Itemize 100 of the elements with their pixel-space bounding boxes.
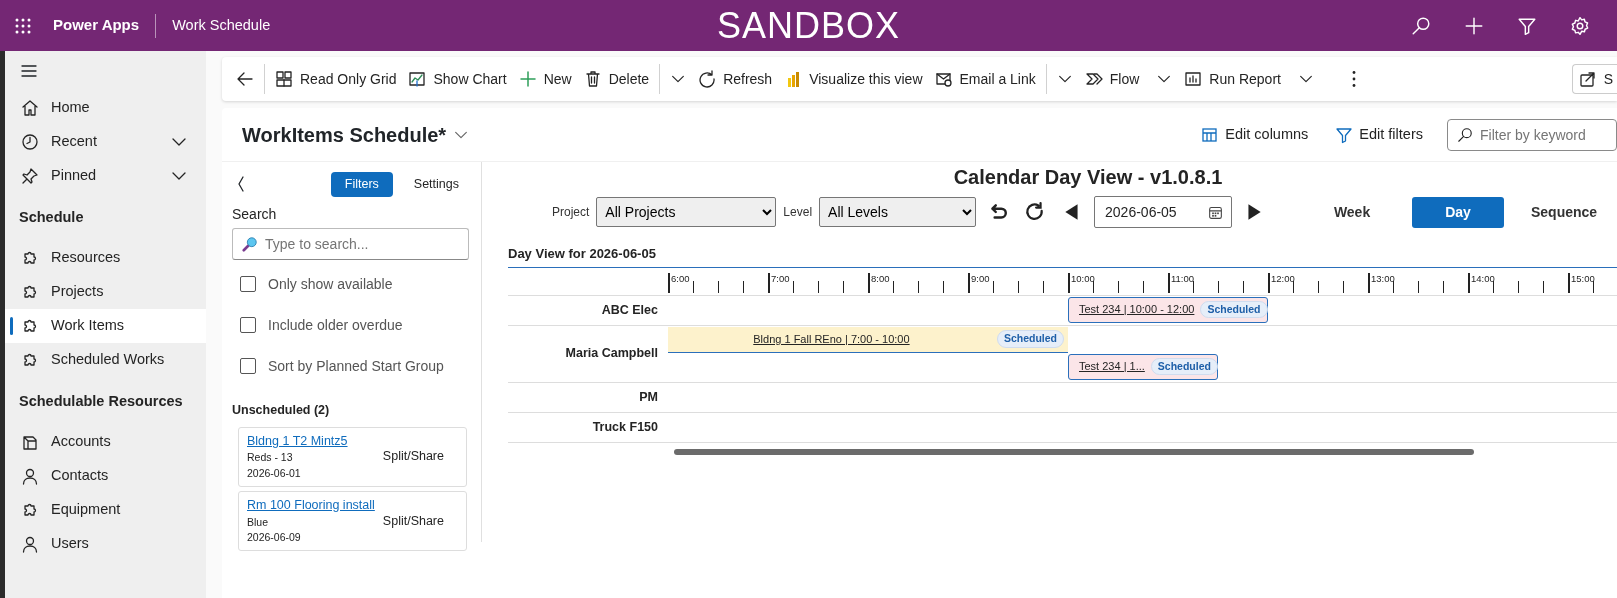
person-icon bbox=[21, 466, 39, 485]
refresh-button[interactable]: Refresh bbox=[692, 63, 779, 95]
share-button[interactable]: S bbox=[1571, 64, 1617, 94]
work-item-detail: Reds - 13 bbox=[247, 450, 294, 466]
clock-icon bbox=[21, 133, 39, 151]
hour-label: 12:00 bbox=[1271, 271, 1295, 286]
sidebar-item[interactable]: Equipment bbox=[5, 492, 206, 527]
add-icon bbox=[1464, 15, 1484, 36]
view-tab[interactable]: Day bbox=[1412, 196, 1505, 228]
hour-label: 15:00 bbox=[1571, 271, 1595, 286]
resource-name: ABC Elec bbox=[600, 301, 659, 319]
chart-button[interactable]: Show Chart bbox=[402, 63, 513, 95]
visualize-button[interactable]: Visualize this view bbox=[778, 63, 929, 95]
schedule-event[interactable]: Test 234 | 1... Scheduled bbox=[1068, 353, 1218, 380]
checkbox[interactable] bbox=[240, 358, 256, 375]
checkbox[interactable] bbox=[240, 317, 256, 334]
app-name[interactable]: Power Apps bbox=[53, 14, 140, 37]
pin-icon bbox=[21, 167, 39, 185]
search-icon bbox=[1411, 15, 1431, 36]
hour-label: 7:00 bbox=[771, 271, 790, 286]
page-title: Work Schedule bbox=[172, 15, 271, 35]
checkbox-label: Sort by Planned Start Group bbox=[268, 356, 444, 376]
return-arrow-icon bbox=[988, 202, 1009, 222]
hour-label: 8:00 bbox=[871, 271, 890, 286]
resource-name: Truck F150 bbox=[591, 418, 659, 436]
work-item-date: 2026-06-01 bbox=[247, 466, 302, 481]
search-icon bbox=[1457, 126, 1473, 143]
magnifier-icon bbox=[242, 236, 258, 253]
sidebar-item[interactable]: Recent bbox=[5, 125, 206, 159]
person-icon bbox=[21, 534, 39, 553]
plus-icon bbox=[518, 70, 537, 88]
search-field[interactable]: Type to search... bbox=[232, 228, 469, 261]
pane-tab[interactable]: Filters bbox=[330, 172, 393, 197]
sidebar-item[interactable]: Work Items bbox=[5, 308, 206, 343]
split-share-action[interactable]: Split/Share bbox=[382, 447, 444, 466]
hour-label: 14:00 bbox=[1471, 271, 1495, 286]
sidebar-item[interactable]: Users bbox=[5, 526, 206, 561]
refresh-icon bbox=[1025, 202, 1046, 222]
flow-button[interactable]: Flow bbox=[1078, 63, 1179, 95]
calendar-title: Calendar Day View - v1.0.8.1 bbox=[952, 165, 1224, 190]
sidebar-item[interactable]: Home bbox=[5, 91, 206, 125]
day-view-heading: Day View for 2026-06-05 bbox=[508, 244, 1617, 268]
new-button[interactable]: New bbox=[512, 63, 578, 95]
run-report-button[interactable]: Run Report bbox=[1178, 63, 1320, 95]
work-item-link[interactable]: Rm 100 Flooring install bbox=[247, 495, 375, 515]
hour-label: 6:00 bbox=[671, 271, 690, 286]
edit-columns-button[interactable]: Edit columns bbox=[1191, 123, 1319, 146]
resource-name: PM bbox=[638, 388, 659, 406]
work-item-date: 2026-06-09 bbox=[247, 530, 302, 546]
resource-name: Maria Campbell bbox=[564, 345, 659, 363]
date-field[interactable]: 2026-06-05 bbox=[1094, 196, 1233, 228]
sidebar-item[interactable]: Projects bbox=[5, 274, 206, 309]
section-heading: Unscheduled (2) bbox=[232, 401, 331, 419]
view-tab[interactable]: Sequence bbox=[1518, 196, 1611, 228]
email-link-button[interactable]: Email a Link bbox=[928, 63, 1042, 95]
view-selector[interactable]: WorkItems Schedule* bbox=[242, 119, 470, 150]
project-label: Project bbox=[552, 204, 590, 221]
status-badge: Scheduled bbox=[996, 330, 1064, 348]
sidebar-item[interactable]: Contacts bbox=[5, 458, 206, 493]
keyword-filter-field[interactable]: Filter by keyword bbox=[1447, 118, 1617, 151]
section-heading: Schedule bbox=[18, 208, 85, 227]
sidebar-item[interactable]: Accounts bbox=[5, 424, 206, 459]
pane-tab[interactable]: Settings bbox=[399, 172, 473, 197]
sidebar-item[interactable]: Scheduled Works bbox=[5, 342, 206, 377]
grid-icon bbox=[275, 70, 293, 88]
delete-button[interactable]: Delete bbox=[577, 63, 656, 95]
split-share-action[interactable]: Split/Share bbox=[382, 511, 444, 531]
sidebar-item[interactable]: Pinned bbox=[5, 159, 206, 193]
checkbox-label: Only show available bbox=[268, 274, 393, 294]
more-icon bbox=[1351, 71, 1356, 87]
project-select[interactable]: All Projects bbox=[596, 197, 777, 227]
app-launcher-button[interactable] bbox=[14, 16, 32, 35]
refresh-icon bbox=[698, 70, 717, 88]
view-tab[interactable]: Week bbox=[1306, 196, 1399, 228]
horizontal-scrollbar[interactable] bbox=[674, 448, 1474, 455]
work-item-link[interactable]: Bldng 1 T2 Mintz5 bbox=[247, 431, 348, 451]
checkbox-label: Include older overdue bbox=[268, 315, 403, 335]
hour-label: 11:00 bbox=[1171, 271, 1195, 286]
settings-icon bbox=[1570, 15, 1590, 36]
home-icon bbox=[21, 99, 39, 117]
back-arrow-icon bbox=[236, 70, 254, 88]
envelope-icon bbox=[934, 70, 953, 88]
status-badge: Scheduled bbox=[1150, 357, 1218, 376]
hour-label: 9:00 bbox=[971, 271, 990, 286]
filter-icon bbox=[1335, 125, 1354, 144]
flow-icon bbox=[1084, 70, 1103, 88]
level-select[interactable]: All Levels bbox=[819, 197, 977, 227]
grid-button[interactable]: Read Only Grid bbox=[269, 63, 403, 95]
menu-icon bbox=[20, 62, 38, 80]
schedule-event[interactable]: Test 234 | 10:00 - 12:00 Scheduled bbox=[1068, 296, 1268, 323]
schedule-event[interactable]: Bldng 1 Fall REno | 7:00 - 10:00 Scheduled bbox=[668, 326, 1068, 353]
checkbox[interactable] bbox=[240, 276, 256, 293]
environment-label: SANDBOX bbox=[717, 3, 900, 48]
sidebar-item[interactable]: Resources bbox=[5, 240, 206, 275]
chart-icon bbox=[408, 70, 427, 88]
report-icon bbox=[1184, 70, 1203, 88]
status-badge: Scheduled bbox=[1200, 300, 1268, 319]
search-label: Search bbox=[232, 204, 278, 224]
edit-filters-button[interactable]: Edit filters bbox=[1325, 123, 1433, 146]
share-icon bbox=[1578, 70, 1597, 88]
